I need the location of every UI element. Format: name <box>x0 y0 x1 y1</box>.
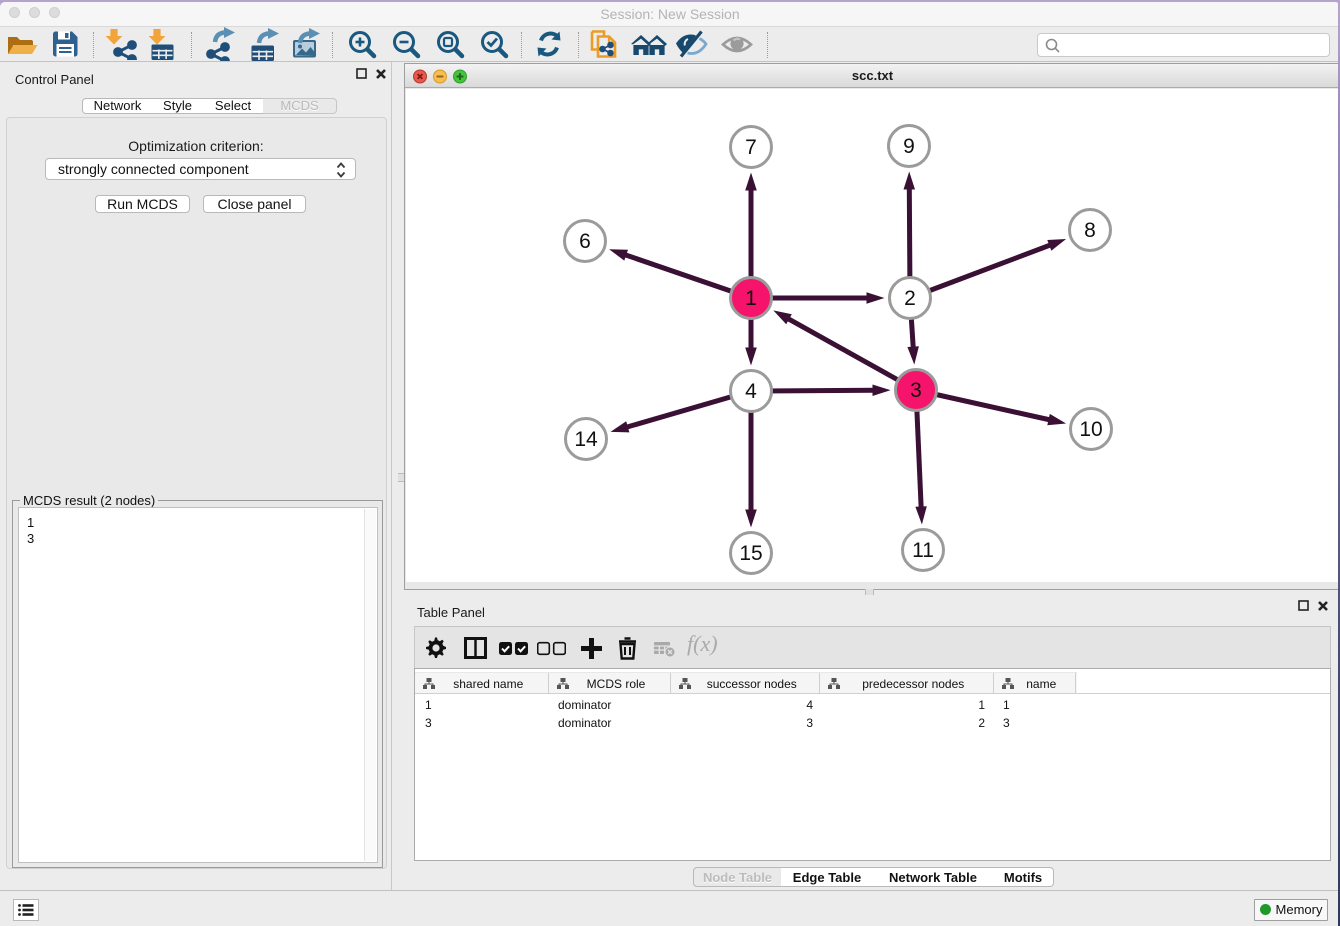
svg-text:8: 8 <box>1084 219 1096 242</box>
svg-text:3: 3 <box>910 379 922 402</box>
svg-text:11: 11 <box>912 539 934 562</box>
svg-text:1: 1 <box>745 287 757 310</box>
svg-text:14: 14 <box>574 428 598 451</box>
svg-text:10: 10 <box>1079 418 1102 441</box>
svg-text:9: 9 <box>903 135 915 158</box>
svg-text:4: 4 <box>745 380 757 403</box>
svg-text:6: 6 <box>579 230 591 253</box>
svg-text:7: 7 <box>745 136 757 159</box>
svg-text:15: 15 <box>739 542 762 565</box>
svg-text:2: 2 <box>904 287 916 310</box>
